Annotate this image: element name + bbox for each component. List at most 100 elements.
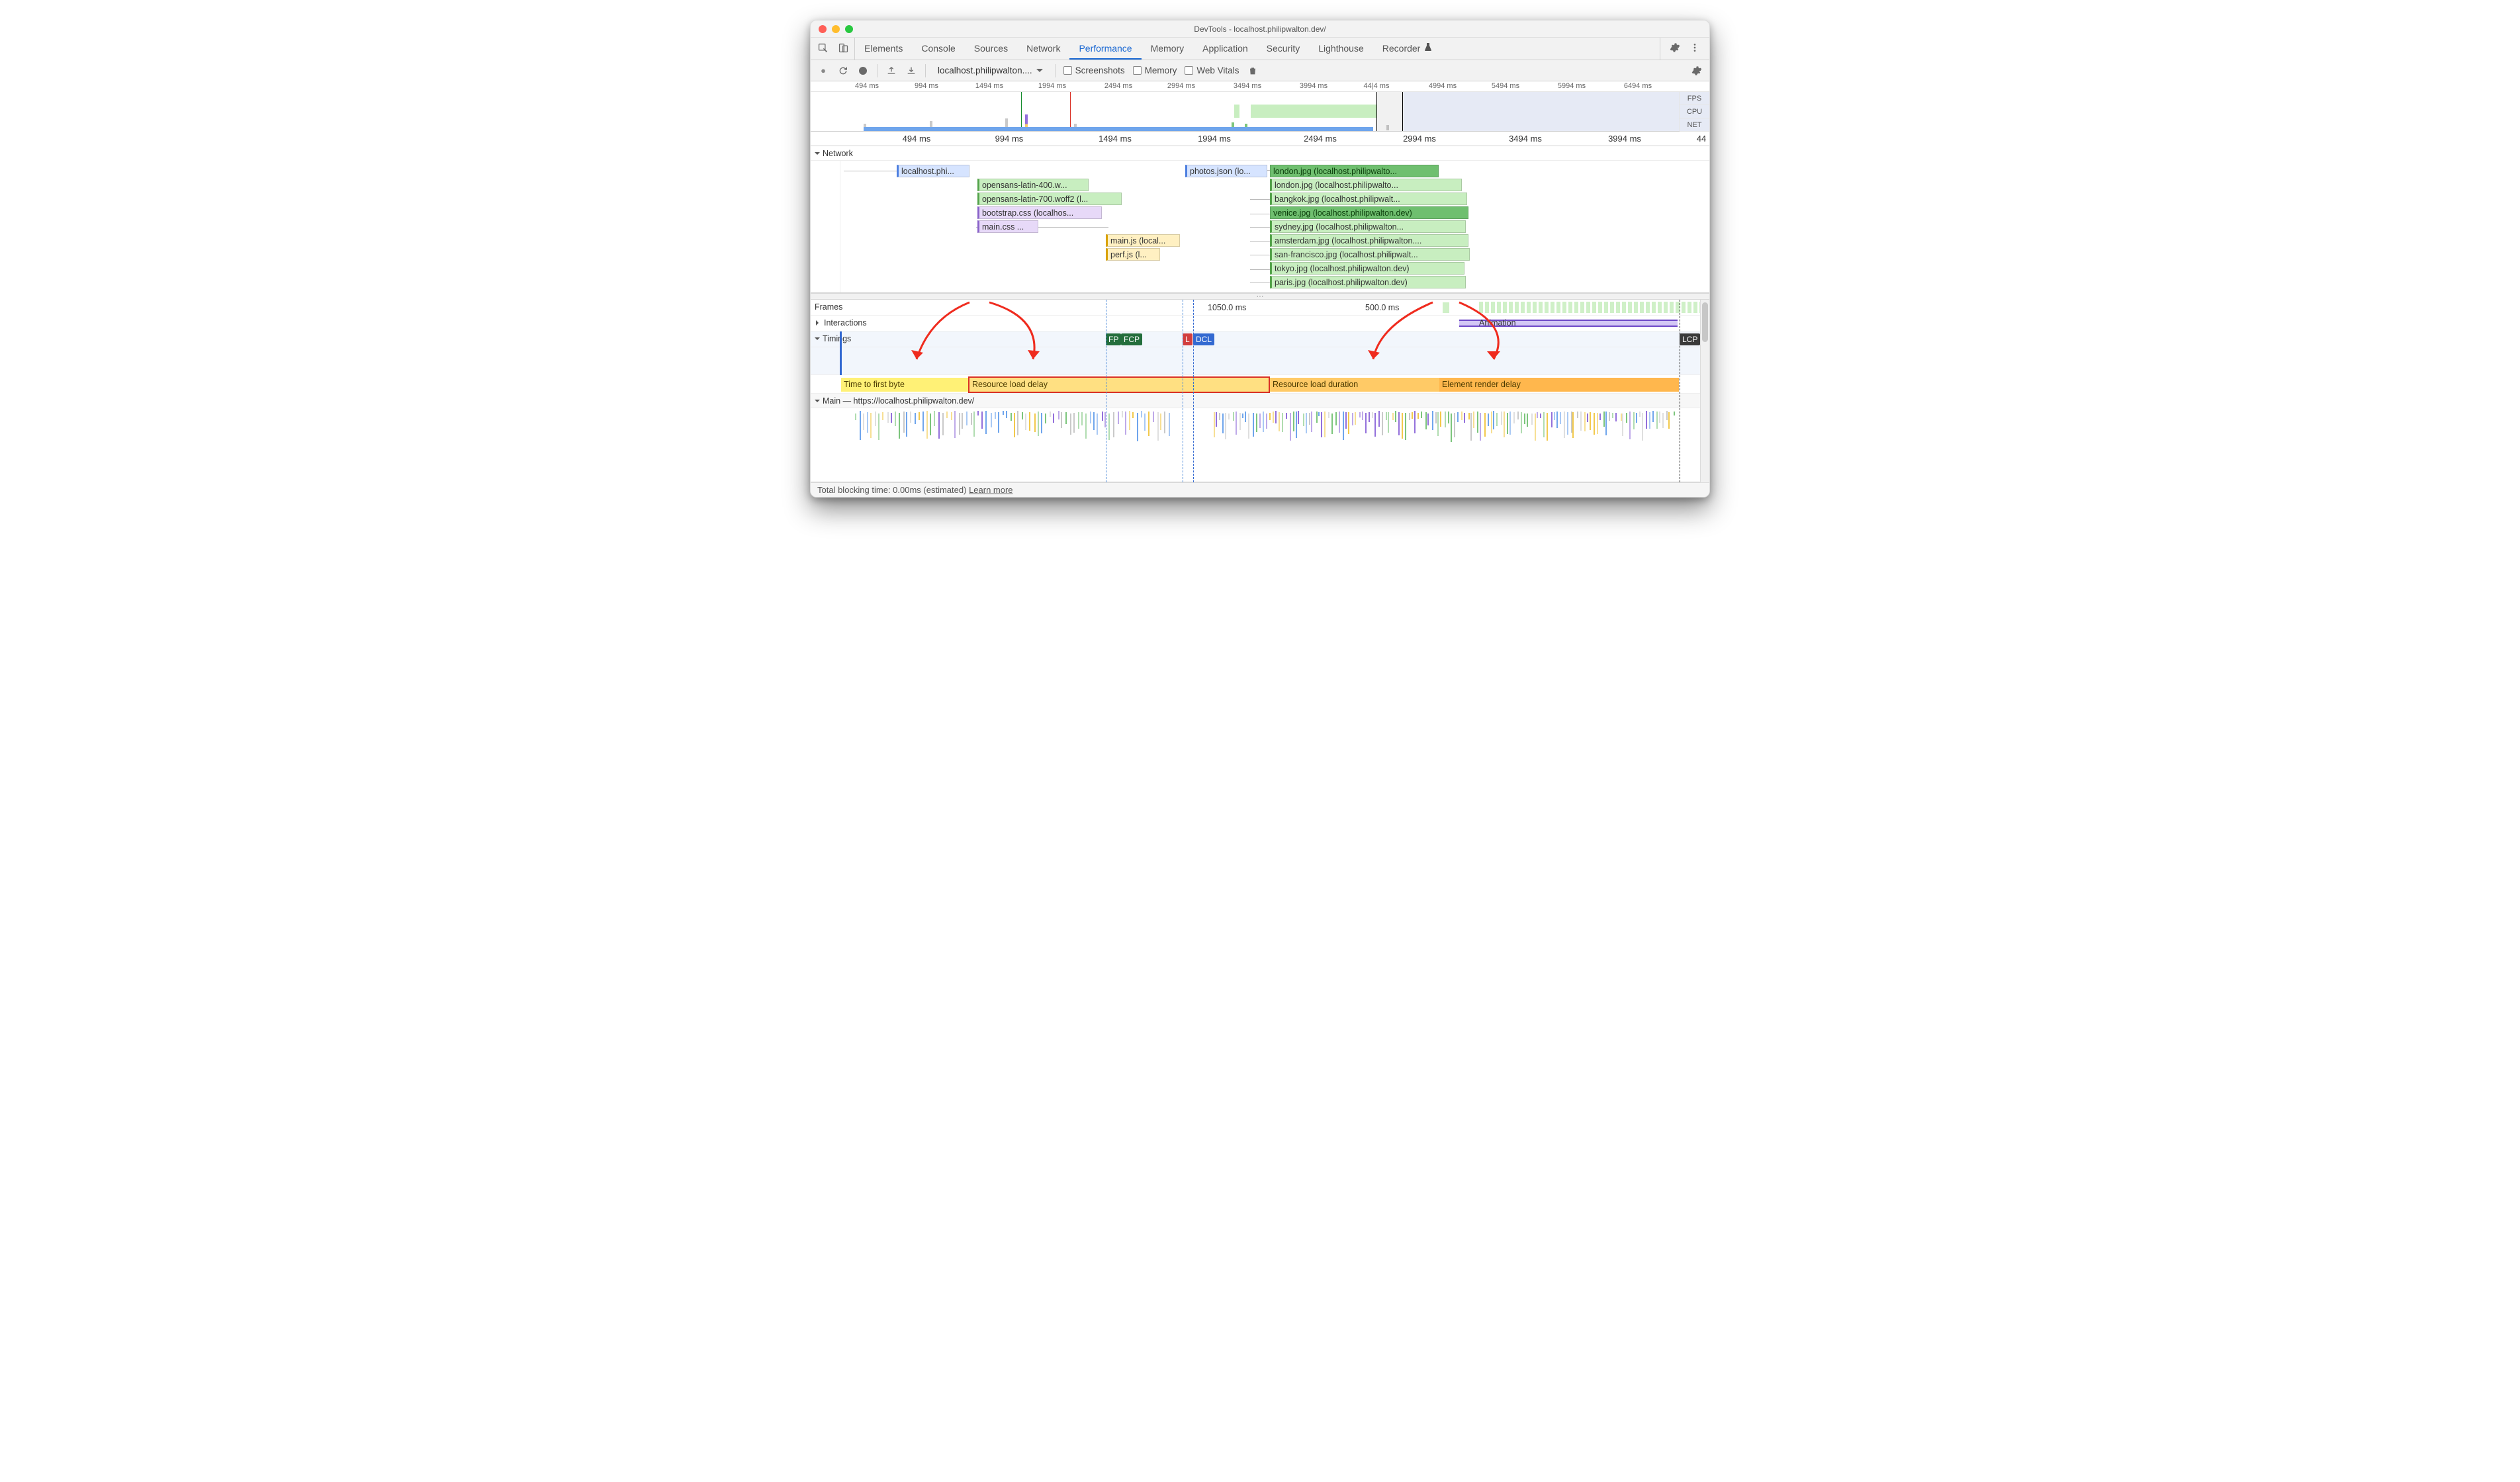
profile-select[interactable]: localhost.philipwalton.... <box>934 65 1047 75</box>
timings-spacer <box>811 347 1709 375</box>
tab-recorder[interactable]: Recorder <box>1373 38 1442 60</box>
ov-tick: 4994 ms <box>1429 82 1457 90</box>
tab-application[interactable]: Application <box>1193 38 1257 60</box>
devtools-window: DevTools - localhost.philipwalton.dev/ E… <box>810 20 1710 498</box>
ov-tick: 2494 ms <box>1104 82 1132 90</box>
load-marker: L <box>1183 333 1192 345</box>
net-overview <box>864 127 1373 131</box>
ov-tick: 5994 ms <box>1558 82 1586 90</box>
tab-lighthouse[interactable]: Lighthouse <box>1309 38 1373 60</box>
settings-icon[interactable] <box>1670 42 1680 55</box>
ov-tick: 2994 ms <box>1167 82 1195 90</box>
inspect-element-icon[interactable] <box>817 42 829 56</box>
overview-minimap[interactable]: 494 ms994 ms1494 ms1994 ms2494 ms2994 ms… <box>811 81 1709 132</box>
ruler-tick: 2994 ms <box>1403 134 1436 144</box>
tab-performance[interactable]: Performance <box>1069 38 1141 60</box>
network-request-bar[interactable]: bootstrap.css (localhos... <box>977 206 1102 219</box>
ov-tick: 1994 ms <box>1038 82 1066 90</box>
network-request-bar[interactable]: tokyo.jpg (localhost.philipwalton.dev) <box>1270 262 1464 275</box>
main-thread-header[interactable]: Main — https://localhost.philipwalton.de… <box>811 394 1709 408</box>
panel-tabs: ElementsConsoleSourcesNetworkPerformance… <box>811 38 1709 60</box>
resize-handle[interactable]: ··· <box>811 293 1709 300</box>
performance-toolbar: ● localhost.philipwalton.... Screenshots… <box>811 60 1709 81</box>
network-flamechart[interactable]: localhost.phi... opensans-latin-400.w... o… <box>811 161 1709 293</box>
window-traffic-lights <box>819 25 853 33</box>
ov-tick: 6494 ms <box>1624 82 1652 90</box>
record-button[interactable]: ● <box>817 65 829 77</box>
device-toggle-icon[interactable] <box>838 42 849 56</box>
network-request-bar[interactable]: venice.jpg (localhost.philipwalton.dev) <box>1270 206 1468 219</box>
memory-checkbox[interactable]: Memory <box>1133 65 1177 75</box>
reload-record-button[interactable] <box>837 65 849 77</box>
timings-track-header[interactable]: Timings FP FCP L DCL LCP <box>811 331 1709 347</box>
webvitals-checkbox[interactable]: Web Vitals <box>1185 65 1239 75</box>
overview-ruler: 494 ms994 ms1494 ms1994 ms2494 ms2994 ms… <box>811 81 1709 92</box>
network-request-bar[interactable]: bangkok.jpg (localhost.philipwalt... <box>1270 193 1467 205</box>
clear-button[interactable] <box>857 65 869 77</box>
tab-security[interactable]: Security <box>1257 38 1310 60</box>
network-section-header[interactable]: Network <box>811 146 1709 161</box>
status-bar: Total blocking time: 0.00ms (estimated) … <box>811 482 1709 497</box>
tab-network[interactable]: Network <box>1017 38 1069 60</box>
network-request-bar[interactable]: sydney.jpg (localhost.philipwalton... <box>1270 220 1466 233</box>
ov-tick: 5494 ms <box>1492 82 1519 90</box>
ruler-tick: 1994 ms <box>1198 134 1231 144</box>
network-request-bar[interactable]: perf.js (l... <box>1106 248 1160 261</box>
screenshots-checkbox[interactable]: Screenshots <box>1063 65 1125 75</box>
network-request-bar[interactable]: localhost.phi... <box>897 165 969 177</box>
vertical-scrollbar[interactable] <box>1700 300 1709 482</box>
ov-tick: 44|4 ms <box>1364 82 1390 90</box>
tab-memory[interactable]: Memory <box>1142 38 1194 60</box>
more-icon[interactable] <box>1689 42 1700 55</box>
interactions-track[interactable]: Interactions Animation <box>811 316 1709 331</box>
overview-selection-handle[interactable] <box>1376 92 1403 131</box>
overview-right-labels: FPS CPU NET <box>1679 92 1709 131</box>
window-minimize-button[interactable] <box>832 25 840 33</box>
ov-tick: 1494 ms <box>975 82 1003 90</box>
network-request-bar[interactable]: london.jpg (localhost.philipwalto... <box>1270 165 1439 177</box>
ruler-tick: 2494 ms <box>1304 134 1337 144</box>
lcp-seg-element-render-delay: Element render delay <box>1439 378 1679 392</box>
lcp-breakdown-row[interactable]: Time to first byte Resource load delay R… <box>811 375 1709 394</box>
network-request-bar[interactable]: amsterdam.jpg (localhost.philipwalton...… <box>1270 234 1468 247</box>
main-thread-flamechart[interactable] <box>811 408 1709 482</box>
network-request-bar[interactable]: photos.json (lo... <box>1185 165 1267 177</box>
capture-settings-icon[interactable] <box>1691 65 1703 77</box>
network-request-bar[interactable]: main.css ... <box>977 220 1038 233</box>
window-close-button[interactable] <box>819 25 827 33</box>
total-blocking-time: Total blocking time: 0.00ms (estimated) <box>817 485 966 495</box>
fcp-marker: FCP <box>1121 333 1142 345</box>
ruler-tick: 1494 ms <box>1099 134 1132 144</box>
fp-marker: FP <box>1106 333 1121 345</box>
detail-ruler[interactable]: 494 ms994 ms1494 ms1994 ms2494 ms2994 ms… <box>811 132 1709 146</box>
tab-sources[interactable]: Sources <box>965 38 1017 60</box>
lcp-seg-ttfb: Time to first byte <box>841 378 968 392</box>
load-profile-icon[interactable] <box>885 65 897 77</box>
ruler-tick: 3994 ms <box>1608 134 1641 144</box>
collect-garbage-icon[interactable] <box>1247 65 1259 77</box>
network-request-bar[interactable]: main.js (local... <box>1106 234 1180 247</box>
tab-elements[interactable]: Elements <box>855 38 912 60</box>
inspect-toggle-group <box>811 38 855 60</box>
window-title: DevTools - localhost.philipwalton.dev/ <box>1194 24 1326 34</box>
network-request-bar[interactable]: opensans-latin-400.w... <box>977 179 1089 191</box>
save-profile-icon[interactable] <box>905 65 917 77</box>
network-request-bar[interactable]: opensans-latin-700.woff2 (l... <box>977 193 1122 205</box>
lcp-seg-resource-load-delay: Resource load delay <box>968 376 1270 393</box>
frame-duration-1: 1050.0 ms <box>1208 303 1246 312</box>
learn-more-link[interactable]: Learn more <box>969 485 1012 495</box>
window-zoom-button[interactable] <box>845 25 853 33</box>
profile-select-label: localhost.philipwalton.... <box>938 65 1032 75</box>
ov-tick: 3494 ms <box>1234 82 1261 90</box>
ruler-tick: 494 ms <box>903 134 931 144</box>
ruler-tick: 44 <box>1697 134 1706 144</box>
network-request-bar[interactable]: paris.jpg (localhost.philipwalton.dev) <box>1270 276 1466 288</box>
tab-console[interactable]: Console <box>912 38 964 60</box>
ruler-tick: 3494 ms <box>1509 134 1542 144</box>
frames-track[interactable]: Frames 1050.0 ms 500.0 ms <box>811 300 1709 316</box>
caret-down-icon <box>1036 69 1043 75</box>
network-request-bar[interactable]: london.jpg (localhost.philipwalto... <box>1270 179 1462 191</box>
lcp-seg-resource-load-duration: Resource load duration <box>1270 378 1439 392</box>
ov-tick: 3994 ms <box>1300 82 1328 90</box>
network-request-bar[interactable]: san-francisco.jpg (localhost.philipwalt.… <box>1270 248 1470 261</box>
